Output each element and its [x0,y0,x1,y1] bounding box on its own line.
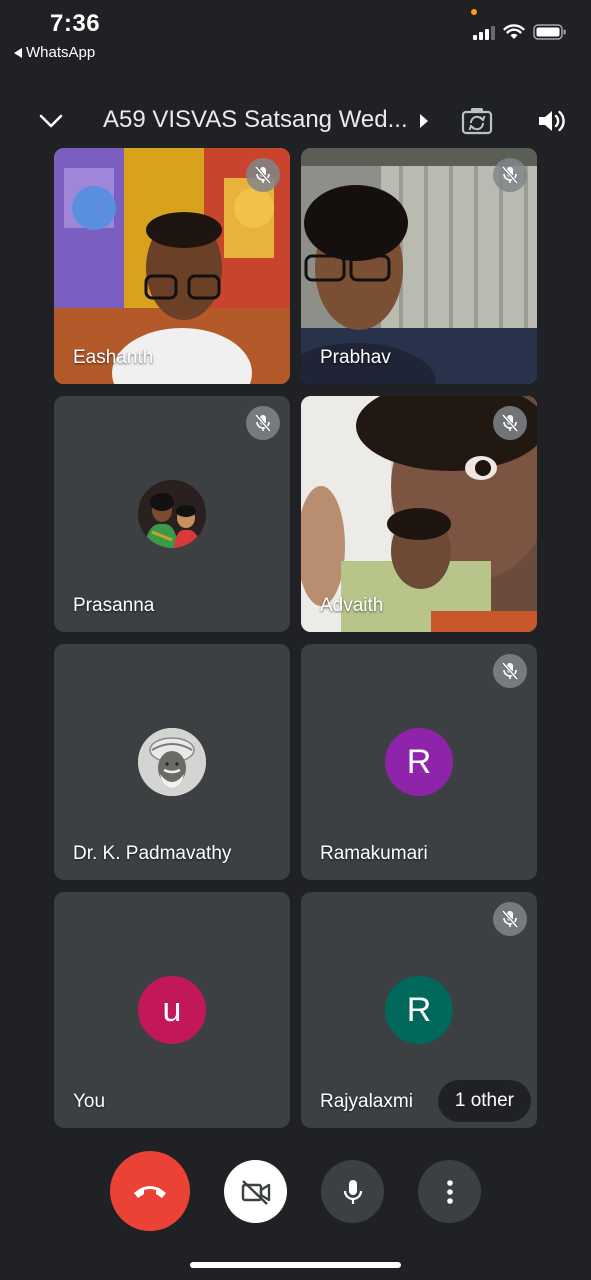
wifi-icon [503,24,525,39]
participant-name: You [73,1091,106,1112]
avatar: R [385,976,453,1044]
more-vert-icon [446,1179,453,1204]
end-call-icon [134,1186,166,1198]
title-arrow-icon[interactable] [420,114,428,128]
avatar-initial: R [406,990,432,1029]
camera-off-icon [241,1179,270,1205]
flip-camera-icon[interactable] [461,106,493,136]
avatar [138,728,206,796]
avatar: u [138,976,206,1044]
mute-indicator [493,406,527,440]
more-options-button[interactable] [418,1160,481,1223]
mic-off-icon [254,166,272,184]
mic-off-icon [501,662,519,680]
profile-photo [138,728,206,796]
mute-indicator [493,158,527,192]
status-time: 7:36 [50,10,101,37]
profile-photo [138,480,206,548]
participant-name: Eashanth [73,347,154,368]
mic-off-icon [254,414,272,432]
collapse-chevron-down-icon[interactable] [38,108,64,134]
speaker-icon[interactable] [536,106,566,136]
orange-privacy-dot [471,9,477,15]
participant-name: Prabhav [320,347,391,368]
back-to-app-link[interactable]: WhatsApp [14,44,95,61]
participant-tile-advaith[interactable]: Advaith [301,396,537,632]
avatar-initial: R [406,742,432,781]
participant-name: Dr. K. Padmavathy [73,843,232,864]
mute-indicator [246,406,280,440]
others-chip[interactable]: 1 other [437,1080,531,1122]
participant-name: Prasanna [73,595,155,616]
battery-icon [533,24,566,40]
avatar: R [385,728,453,796]
participant-tile-you[interactable]: u You [54,892,290,1128]
participant-name: Rajyalaxmi [320,1091,413,1112]
participant-tile-eashanth[interactable]: Eashanth [54,148,290,384]
participant-tile-rajyalaxmi[interactable]: R Rajyalaxmi 1 other [301,892,537,1128]
microphone-button[interactable] [321,1160,384,1223]
microphone-icon [343,1179,362,1204]
status-icons [473,24,567,40]
avatar [138,480,206,548]
back-app-label: WhatsApp [26,44,96,61]
mute-indicator [493,902,527,936]
mic-off-icon [501,910,519,928]
meeting-title[interactable]: A59 VISVAS Satsang Wed... [103,106,408,134]
mic-off-icon [501,414,519,432]
participant-tile-padmavathy[interactable]: Dr. K. Padmavathy [54,644,290,880]
mute-indicator [246,158,280,192]
participant-name: Ramakumari [320,843,428,864]
end-call-button[interactable] [110,1151,190,1231]
mute-indicator [493,654,527,688]
participant-tile-prabhav[interactable]: Prabhav [301,148,537,384]
home-indicator[interactable] [190,1262,401,1268]
call-header: A59 VISVAS Satsang Wed... [0,100,591,142]
avatar-initial: u [162,990,182,1029]
participant-tile-prasanna[interactable]: Prasanna [54,396,290,632]
participant-tile-ramakumari[interactable]: R Ramakumari [301,644,537,880]
camera-toggle-button[interactable] [224,1160,287,1223]
cellular-signal-icon [473,24,495,40]
back-triangle-icon [14,47,22,58]
mic-off-icon [501,166,519,184]
participant-name: Advaith [320,595,384,616]
